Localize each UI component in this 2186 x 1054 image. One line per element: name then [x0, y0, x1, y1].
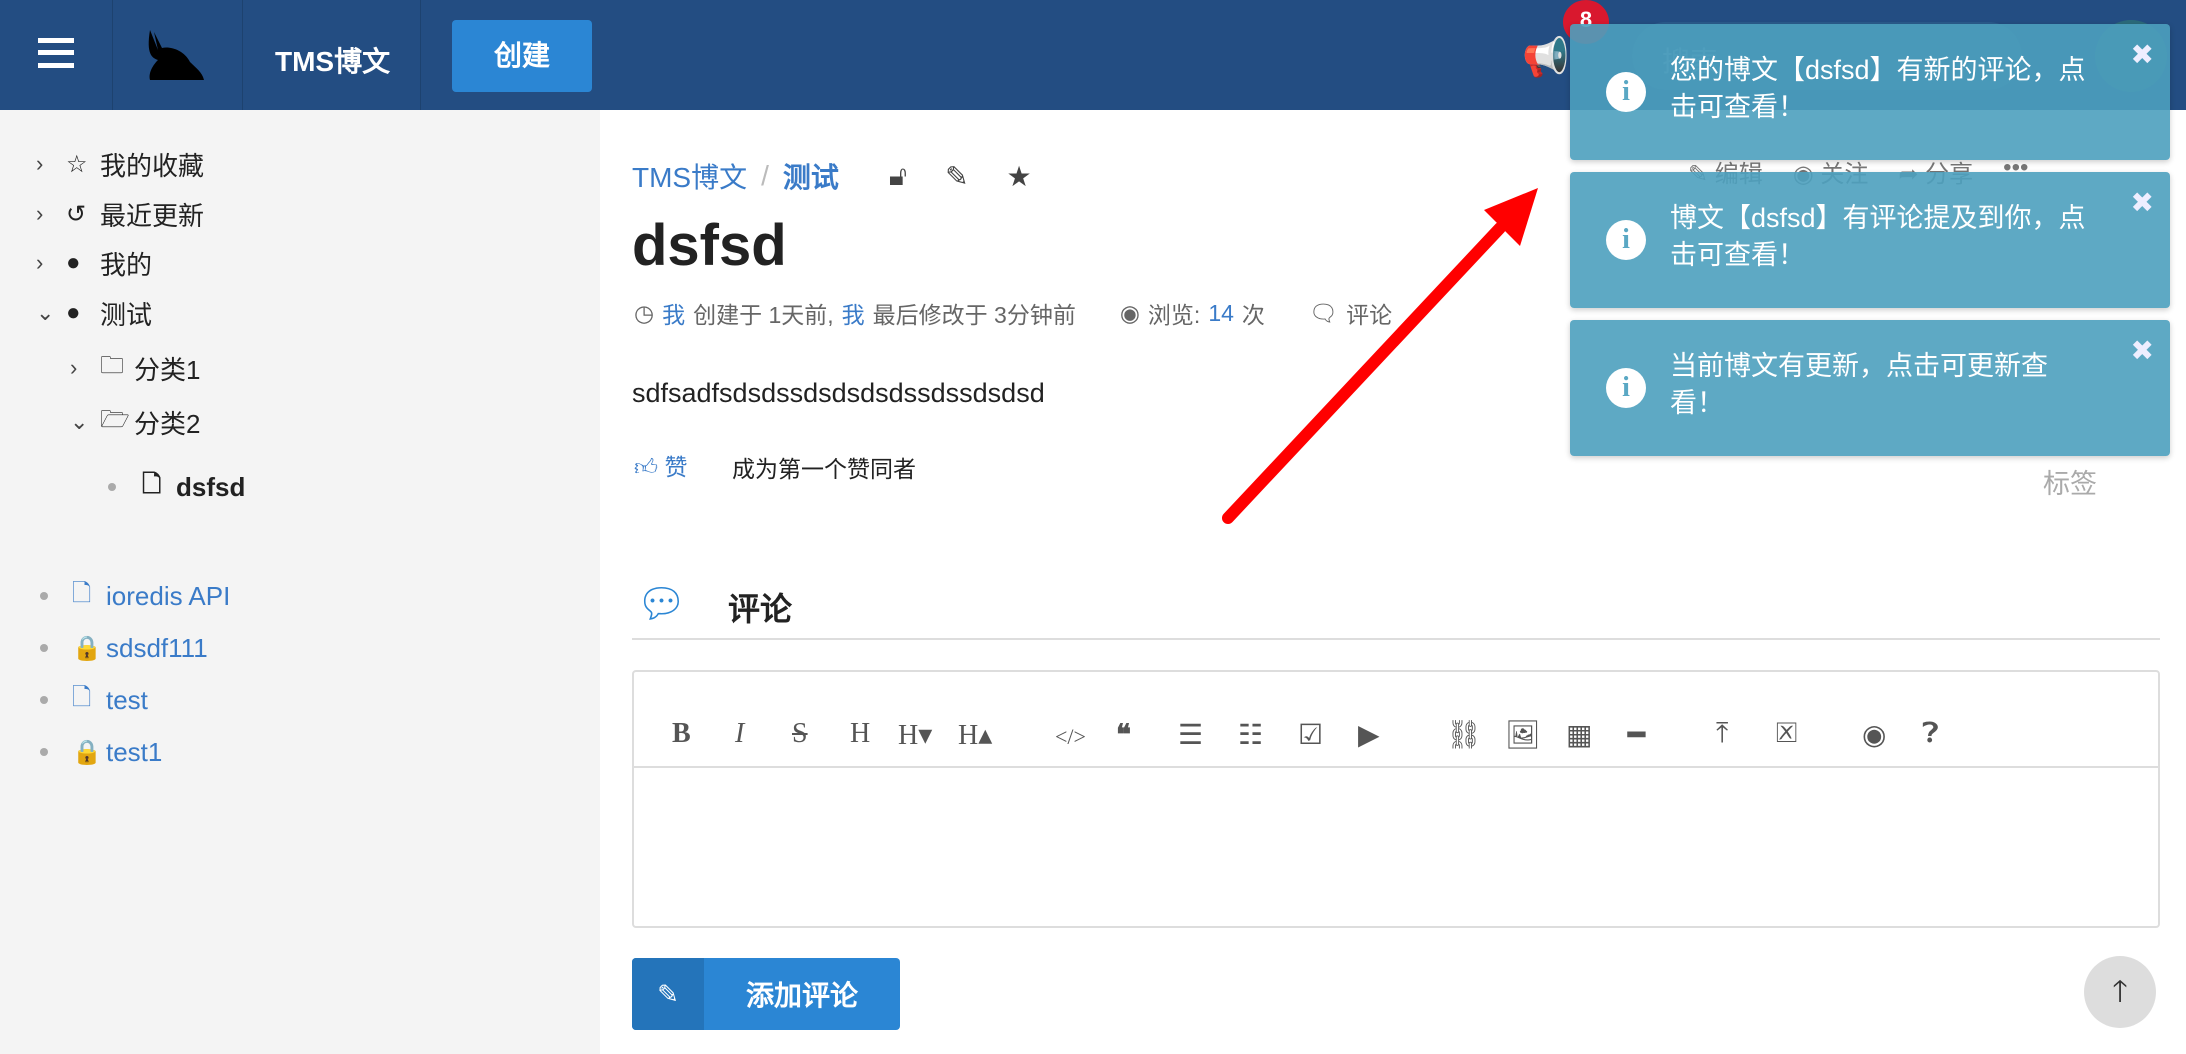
close-icon[interactable]: ✖: [2131, 38, 2154, 71]
close-icon[interactable]: ✖: [2131, 334, 2154, 367]
notification-toast[interactable]: i 您的博文【dsfsd】有新的评论，点击可查看！ ✖: [1570, 24, 2170, 160]
notification-toast[interactable]: i 博文【dsfsd】有评论提及到你，点击可查看！ ✖: [1570, 172, 2170, 308]
notification-toast[interactable]: i 当前博文有更新，点击可更新查看！ ✖: [1570, 320, 2170, 456]
info-icon: i: [1606, 220, 1646, 260]
close-icon[interactable]: ✖: [2131, 186, 2154, 219]
info-icon: i: [1606, 72, 1646, 112]
info-icon: i: [1606, 368, 1646, 408]
